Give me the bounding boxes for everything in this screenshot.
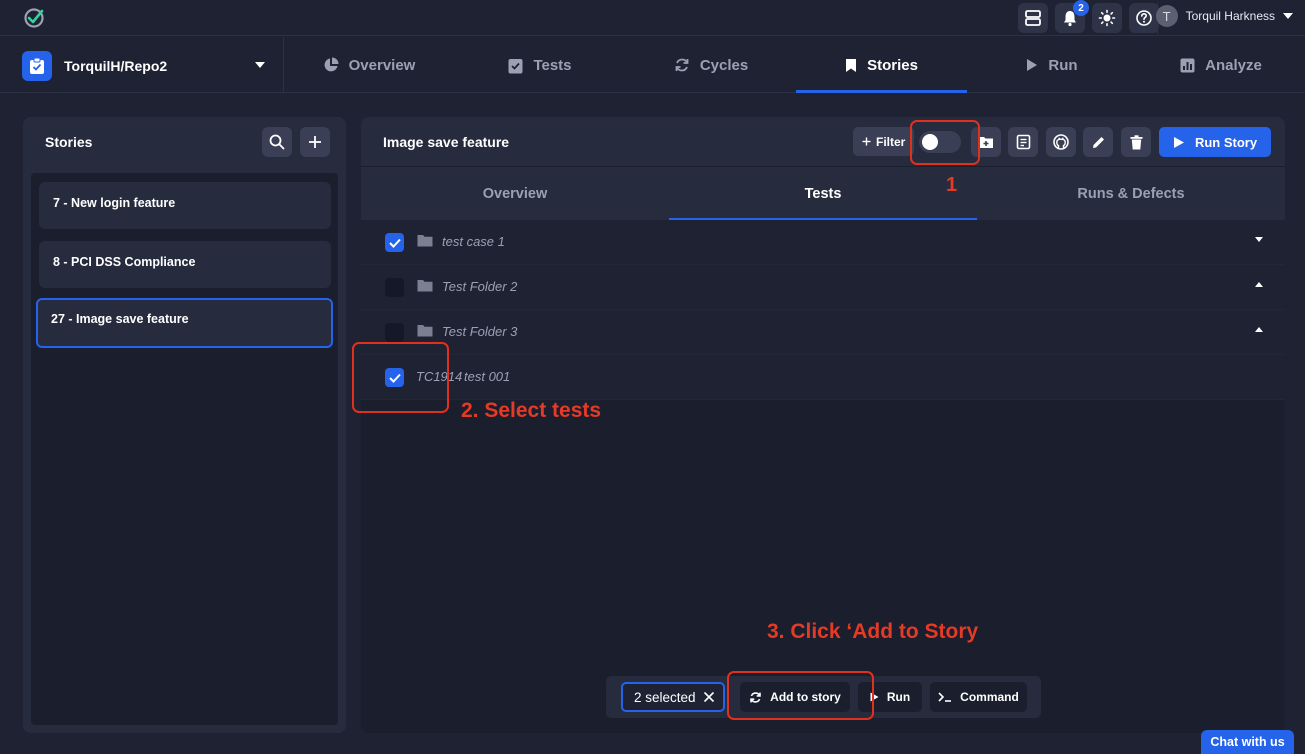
folder-plus-icon: [979, 137, 993, 148]
story-tabs: Overview Tests Runs & Defects: [361, 166, 1285, 221]
folder-icon: [417, 235, 433, 247]
selected-count-chip[interactable]: 2 selected: [621, 682, 725, 712]
notification-badge: 2: [1073, 0, 1089, 16]
tab-runs-defects[interactable]: Runs & Defects: [977, 167, 1285, 220]
repo-selector[interactable]: TorquilH/Repo2: [22, 50, 282, 82]
story-item[interactable]: 8 - PCI DSS Compliance: [39, 241, 331, 288]
tree-row[interactable]: Test Folder 2: [361, 265, 1285, 310]
tree-row[interactable]: test case 1: [361, 220, 1285, 265]
annotation-step2: 2. Select tests: [461, 399, 602, 422]
row-checkbox[interactable]: [385, 278, 404, 297]
close-icon[interactable]: [702, 690, 716, 704]
tab-overview[interactable]: Overview: [284, 37, 454, 93]
annotation-step1: 1: [946, 174, 958, 196]
avatar: T: [1155, 5, 1178, 27]
command-button[interactable]: Command: [930, 682, 1027, 712]
pencil-icon: [1092, 136, 1104, 148]
story-list: 7 - New login feature 8 - PCI DSS Compli…: [31, 173, 338, 725]
tab-overview[interactable]: Overview: [361, 167, 669, 220]
document-icon: [1016, 134, 1030, 150]
repo-name: TorquilH/Repo2: [64, 58, 168, 74]
plus-icon: [309, 136, 321, 148]
github-icon: [1053, 134, 1069, 150]
user-name: Torquil Harkness: [1185, 9, 1275, 23]
play-icon: [1173, 136, 1184, 148]
clipboard-check-icon: [508, 58, 523, 73]
top-bar: 2 T Torquil Harkness: [0, 0, 1305, 36]
chevron-down-icon: [255, 62, 265, 68]
tab-label: Stories: [867, 56, 918, 74]
tree-row[interactable]: Test Folder 3: [361, 310, 1285, 355]
stories-panel: Stories 7 - New login feature 8 - PCI DS…: [23, 117, 346, 733]
tab-tests[interactable]: Tests: [455, 37, 625, 93]
dashboard-icon[interactable]: [1018, 3, 1048, 33]
row-label: Test Folder 3: [442, 324, 518, 339]
pie-chart-icon: [324, 57, 339, 72]
bar-chart-icon: [1180, 58, 1195, 72]
terminal-icon: [938, 692, 952, 702]
chevron-up-icon[interactable]: [1255, 282, 1263, 287]
trash-icon: [1130, 134, 1142, 149]
bookmark-icon: [846, 58, 857, 72]
tab-tests[interactable]: Tests: [669, 167, 977, 221]
tab-analyze[interactable]: Analyze: [1137, 37, 1305, 93]
story-item[interactable]: 7 - New login feature: [39, 182, 331, 229]
row-label: Test Folder 2: [442, 279, 518, 294]
run-story-button[interactable]: Run Story: [1159, 127, 1271, 157]
annotation-box-toggle: [910, 120, 980, 165]
edit-button[interactable]: [1083, 127, 1113, 157]
command-label: Command: [960, 690, 1019, 704]
panel-title: Stories: [45, 134, 93, 150]
tab-label: Analyze: [1205, 56, 1262, 74]
stories-header: Stories: [23, 117, 346, 167]
clipboard-check-icon: [22, 51, 52, 81]
annotation-step3: 3. Click ‘Add to Story: [767, 620, 979, 643]
tab-run[interactable]: Run: [967, 37, 1137, 93]
tab-label: Tests: [533, 56, 572, 74]
refresh-icon: [675, 58, 689, 72]
tab-stories[interactable]: Stories: [796, 37, 967, 93]
play-icon: [1027, 59, 1038, 71]
user-menu[interactable]: T Torquil Harkness: [1155, 5, 1293, 27]
selected-count: 2 selected: [634, 689, 696, 705]
story-header: Image save feature Filter Run Story: [361, 117, 1285, 166]
tab-label: Cycles: [699, 56, 749, 74]
search-button[interactable]: [262, 127, 292, 157]
github-button[interactable]: [1046, 127, 1076, 157]
chevron-down-icon: [1283, 13, 1293, 19]
tab-label: Run: [1048, 56, 1078, 74]
filter-button[interactable]: Filter: [853, 127, 915, 156]
row-label: test case 1: [442, 234, 505, 249]
story-item-active[interactable]: 27 - Image save feature: [36, 298, 333, 348]
tab-label: Overview: [348, 56, 416, 74]
run-story-label: Run Story: [1194, 134, 1258, 150]
chevron-up-icon[interactable]: [1255, 327, 1263, 332]
filter-label: Filter: [876, 134, 906, 149]
add-story-button[interactable]: [300, 127, 330, 157]
delete-button[interactable]: [1121, 127, 1151, 157]
main-nav: TorquilH/Repo2 Overview Tests Cycles Sto…: [0, 37, 1305, 93]
chat-button[interactable]: Chat with us: [1201, 730, 1294, 754]
bell-icon[interactable]: 2: [1055, 0, 1089, 33]
plus-icon: [862, 137, 871, 146]
check-icon: [388, 238, 401, 248]
notes-button[interactable]: [1008, 127, 1038, 157]
search-icon: [269, 134, 285, 150]
tab-cycles[interactable]: Cycles: [626, 37, 796, 93]
sun-icon[interactable]: [1092, 3, 1122, 33]
chevron-down-icon[interactable]: [1255, 237, 1263, 242]
folder-icon: [417, 325, 433, 337]
help-icon[interactable]: [1129, 3, 1159, 33]
row-checkbox[interactable]: [385, 323, 404, 342]
run-label: Run: [886, 690, 911, 704]
annotation-box-add-to-story: [727, 671, 874, 720]
app-logo-icon[interactable]: [22, 6, 46, 30]
row-checkbox[interactable]: [385, 233, 404, 252]
folder-icon: [417, 280, 433, 292]
row-label: test 001: [464, 369, 511, 384]
story-title: Image save feature: [383, 134, 510, 150]
test-row[interactable]: TC1914 test 001: [361, 355, 1285, 400]
annotation-box-checkbox: [352, 342, 449, 413]
